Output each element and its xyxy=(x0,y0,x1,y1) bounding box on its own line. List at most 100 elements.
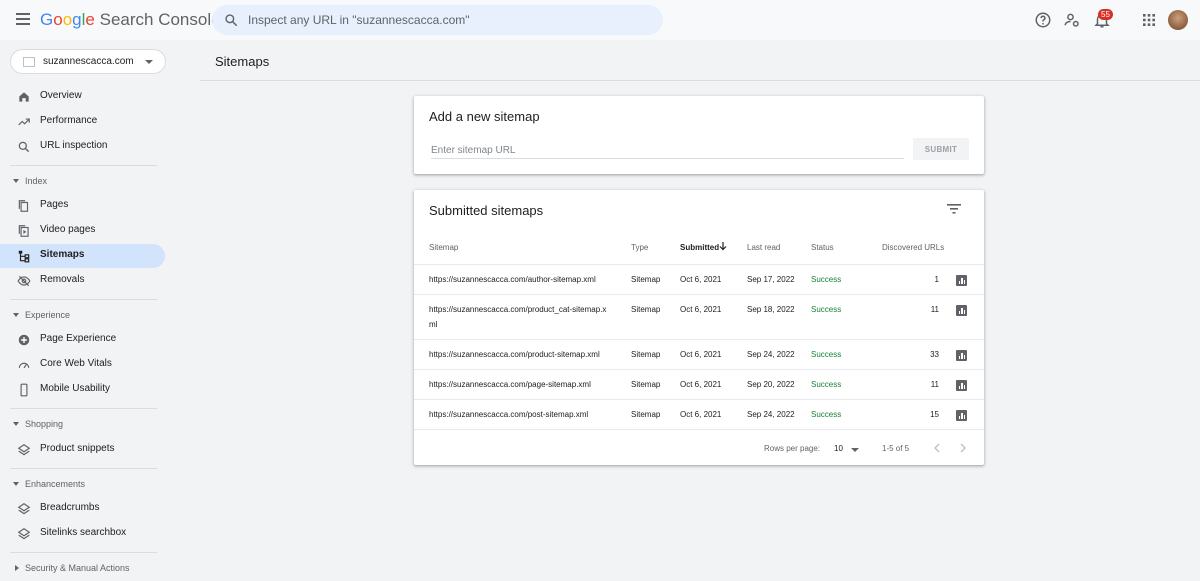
property-selector[interactable]: suzannescacca.com xyxy=(10,49,166,74)
layers-icon xyxy=(17,444,31,456)
main-menu-icon[interactable] xyxy=(16,13,30,25)
sidebar-item-sitelinks-searchbox[interactable]: Sitelinks searchbox xyxy=(0,522,165,546)
sidebar-item-label: URL inspection xyxy=(40,140,108,151)
sidebar-divider xyxy=(10,552,157,553)
sidebar-item-label: Page Experience xyxy=(40,333,117,344)
submitted-date: Oct 6, 2021 xyxy=(680,350,722,359)
sidebar-item-label: Mobile Usability xyxy=(40,383,111,394)
last-read-date: Sep 24, 2022 xyxy=(747,350,795,359)
speedometer-icon xyxy=(18,362,30,369)
rows-per-page-select[interactable]: 10 xyxy=(834,442,866,456)
column-header-submitted[interactable]: Submitted xyxy=(680,243,719,252)
sort-descending-icon[interactable] xyxy=(719,242,727,251)
row-divider xyxy=(414,264,984,265)
sidebar-item-breadcrumbs[interactable]: Breadcrumbs xyxy=(0,497,165,521)
sidebar-item-page-experience[interactable]: Page Experience xyxy=(0,328,165,352)
site-favicon-icon xyxy=(23,57,35,67)
sitemap-url-input[interactable] xyxy=(431,143,904,159)
sidebar-item-overview[interactable]: Overview xyxy=(0,85,165,109)
bar-chart-icon[interactable] xyxy=(956,380,967,391)
submitted-sitemaps-card: Submitted sitemaps Sitemap Type Submitte… xyxy=(414,190,984,465)
discovered-urls-count: 11 xyxy=(930,380,939,389)
column-header-discovered-urls[interactable]: Discovered URLs xyxy=(882,243,944,252)
sidebar-item-removals[interactable]: Removals xyxy=(0,269,165,293)
submit-button[interactable]: SUBMIT xyxy=(913,138,969,160)
sidebar-item-label: Removals xyxy=(40,274,85,285)
sidebar-divider xyxy=(10,468,157,469)
sitemap-url[interactable]: https://suzannescacca.com/product_cat-si… xyxy=(429,302,606,317)
card-title: Add a new sitemap xyxy=(429,109,540,124)
previous-page-icon[interactable] xyxy=(931,442,943,454)
sitemap-type: Sitemap xyxy=(631,410,661,419)
bar-chart-icon[interactable] xyxy=(956,350,967,361)
top-app-bar: Google Search Console 55 xyxy=(0,0,1200,40)
sidebar-item-pages[interactable]: Pages xyxy=(0,194,165,218)
submitted-date: Oct 6, 2021 xyxy=(680,305,722,314)
sidebar-item-core-web-vitals[interactable]: Core Web Vitals xyxy=(0,353,165,377)
collapse-caret-icon xyxy=(13,422,19,426)
sidebar-section-index[interactable]: Index xyxy=(0,174,165,190)
section-label: Security & Manual Actions xyxy=(25,563,130,573)
sidebar-item-url-inspection[interactable]: URL inspection xyxy=(0,135,165,159)
collapse-caret-icon xyxy=(13,179,19,183)
property-name: suzannescacca.com xyxy=(43,56,134,67)
section-label: Index xyxy=(25,176,48,186)
collapse-caret-icon xyxy=(13,482,19,486)
discovered-urls-count: 33 xyxy=(930,350,939,359)
sitemap-type: Sitemap xyxy=(631,305,661,314)
apps-grid-icon[interactable] xyxy=(1140,11,1158,29)
sidebar-item-mobile-usability[interactable]: Mobile Usability xyxy=(0,378,165,402)
sidebar-section-shopping[interactable]: Shopping xyxy=(0,417,165,433)
sidebar-divider xyxy=(10,408,157,409)
help-icon[interactable] xyxy=(1034,11,1052,29)
sitemap-type: Sitemap xyxy=(631,350,661,359)
sidebar-item-product-snippets[interactable]: Product snippets xyxy=(0,438,165,462)
section-label: Shopping xyxy=(25,419,64,429)
submitted-date: Oct 6, 2021 xyxy=(680,275,722,284)
column-header-status[interactable]: Status xyxy=(811,243,834,252)
filter-icon[interactable] xyxy=(947,203,961,215)
dropdown-caret-icon xyxy=(851,448,859,452)
sidebar-section-enhancements[interactable]: Enhancements xyxy=(0,477,165,493)
row-divider xyxy=(414,369,984,370)
sitemap-url[interactable]: https://suzannescacca.com/product-sitema… xyxy=(429,347,600,362)
sitemap-url[interactable]: https://suzannescacca.com/post-sitemap.x… xyxy=(429,407,588,422)
next-page-icon[interactable] xyxy=(957,442,969,454)
sidebar-item-sitemaps[interactable]: Sitemaps xyxy=(0,244,165,268)
account-avatar[interactable] xyxy=(1168,10,1188,30)
sidebar-item-video-pages[interactable]: Video pages xyxy=(0,219,165,243)
pages-icon xyxy=(18,200,29,212)
last-read-date: Sep 24, 2022 xyxy=(747,410,795,419)
sitemap-url[interactable]: https://suzannescacca.com/author-sitemap… xyxy=(429,272,596,287)
rows-per-page-value: 10 xyxy=(834,444,843,453)
sidebar-section-security[interactable]: Security & Manual Actions xyxy=(0,561,165,577)
column-header-last-read[interactable]: Last read xyxy=(747,243,780,252)
bar-chart-icon[interactable] xyxy=(956,275,967,286)
google-search-console-logo[interactable]: Google Search Console xyxy=(40,10,221,30)
last-read-date: Sep 17, 2022 xyxy=(747,275,795,284)
search-icon xyxy=(18,141,30,153)
status-success: Success xyxy=(811,410,842,419)
sitemap-type: Sitemap xyxy=(631,275,661,284)
sidebar-item-label: Sitelinks searchbox xyxy=(40,527,127,538)
sidebar-item-label: Pages xyxy=(40,199,69,210)
bar-chart-icon[interactable] xyxy=(956,410,967,421)
column-header-type[interactable]: Type xyxy=(631,243,648,252)
column-header-sitemap[interactable]: Sitemap xyxy=(429,243,458,252)
manage-users-icon[interactable] xyxy=(1063,11,1081,29)
rows-per-page-label: Rows per page: xyxy=(764,444,821,453)
sitemap-url[interactable]: https://suzannescacca.com/page-sitemap.x… xyxy=(429,377,591,392)
dropdown-caret-icon xyxy=(145,60,153,64)
sidebar-item-label: Performance xyxy=(40,115,98,126)
url-inspect-input[interactable] xyxy=(248,11,648,29)
page-experience-icon xyxy=(18,334,30,346)
row-divider xyxy=(414,399,984,400)
discovered-urls-count: 1 xyxy=(934,275,939,284)
url-inspect-search-bar[interactable] xyxy=(212,5,663,35)
sidebar-item-performance[interactable]: Performance xyxy=(0,110,165,134)
sidebar-section-experience[interactable]: Experience xyxy=(0,308,165,324)
bar-chart-icon[interactable] xyxy=(956,305,967,316)
discovered-urls-count: 15 xyxy=(930,410,939,419)
sitemap-url-continued[interactable]: ml xyxy=(429,317,437,332)
submitted-date: Oct 6, 2021 xyxy=(680,410,722,419)
